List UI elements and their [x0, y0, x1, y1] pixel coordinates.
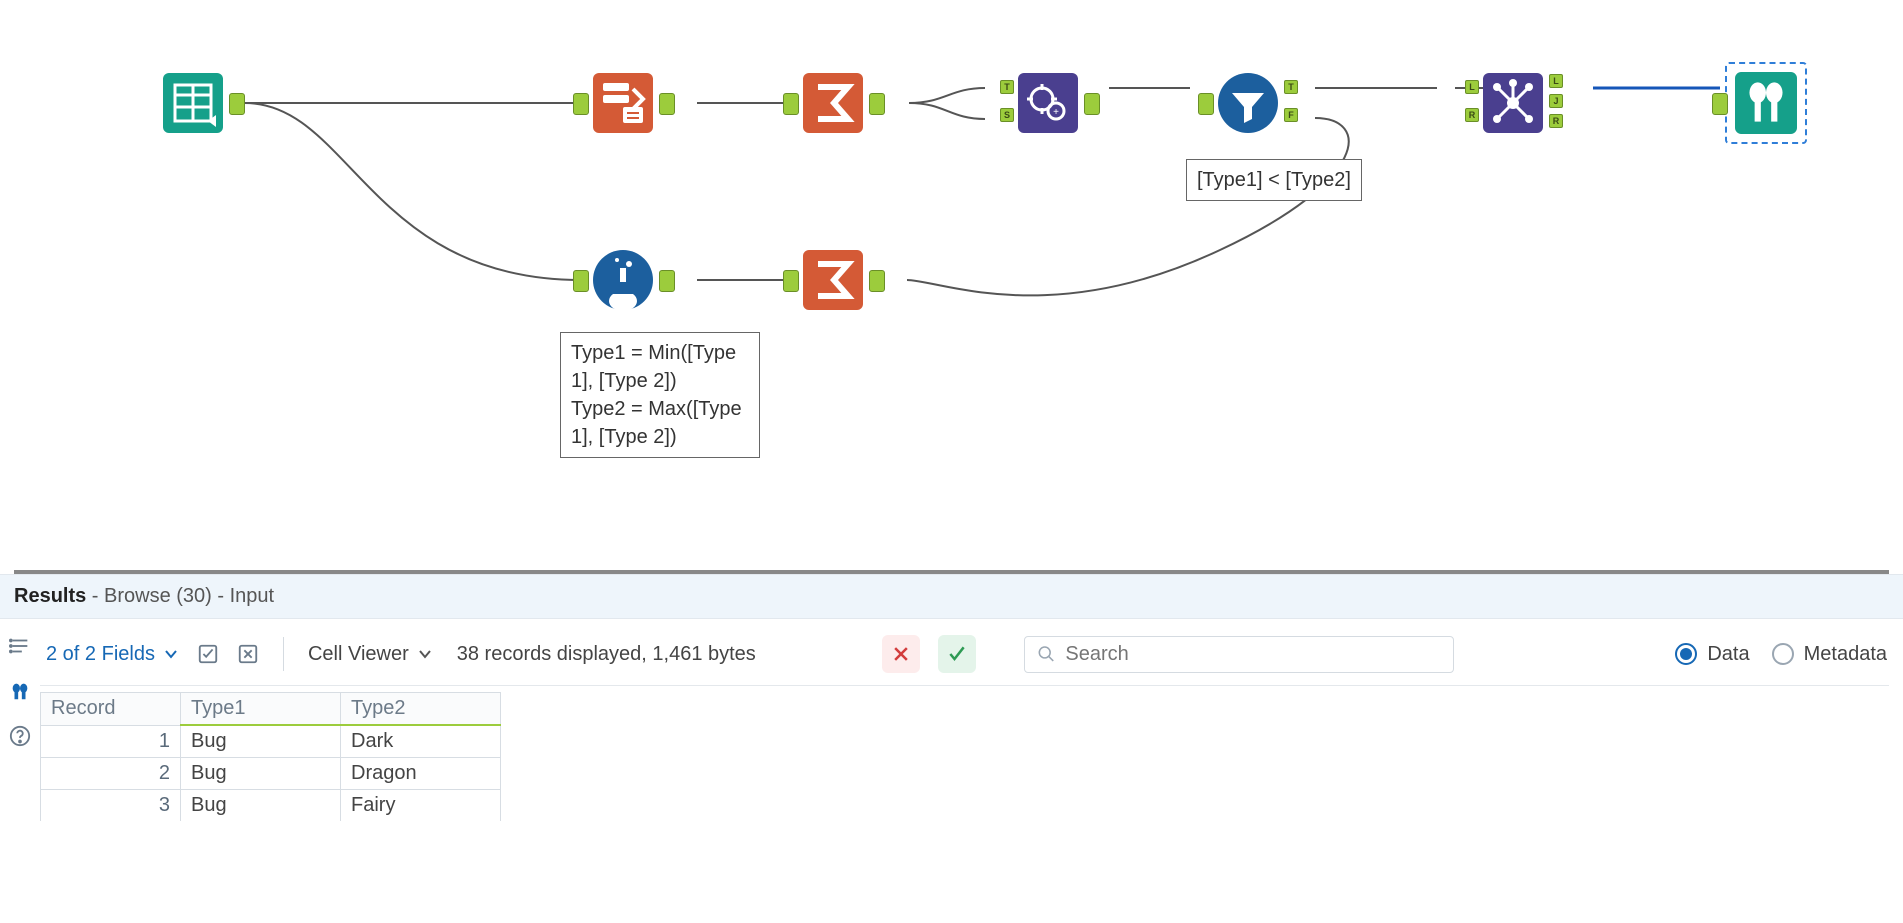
anchor-out-left[interactable]: L: [1549, 74, 1563, 88]
results-title: Results: [14, 585, 86, 607]
header-row: Record Type1 Type2: [41, 693, 501, 726]
browse-icon[interactable]: [9, 680, 31, 707]
formula-annotation: Type1 = Min([Type 1], [Type 2]) Type2 = …: [560, 332, 760, 458]
summarize-tool[interactable]: [800, 70, 866, 136]
anchor-in[interactable]: [1198, 93, 1214, 115]
anchor-true[interactable]: T: [1284, 80, 1298, 94]
radio-data[interactable]: Data: [1675, 643, 1749, 666]
results-grid[interactable]: Record Type1 Type2 1 Bug Dark 2 Bug Drag…: [40, 692, 501, 821]
select-tool[interactable]: [590, 70, 656, 136]
append-fields-tool[interactable]: +: [1015, 70, 1081, 136]
messages-icon[interactable]: [9, 635, 31, 662]
anchor-out[interactable]: [659, 93, 675, 115]
filter-tool[interactable]: [1215, 70, 1281, 136]
results-header: Results - Browse (30) - Input: [0, 574, 1903, 619]
fields-dropdown[interactable]: 2 of 2 Fields: [46, 643, 179, 666]
connections-layer: [0, 0, 1903, 570]
anchor-out[interactable]: [869, 270, 885, 292]
radio-metadata[interactable]: Metadata: [1772, 643, 1887, 666]
anchor-in[interactable]: [783, 93, 799, 115]
table-row[interactable]: 2 Bug Dragon: [41, 758, 501, 790]
col-type1[interactable]: Type1: [181, 693, 341, 726]
deselect-all-icon[interactable]: [237, 643, 259, 665]
table-row[interactable]: 1 Bug Dark: [41, 725, 501, 758]
anchor-out[interactable]: [659, 270, 675, 292]
workflow-canvas[interactable]: + T S T F [Type1] < [Type2] L R L J R Ty…: [0, 0, 1903, 570]
anchor-out[interactable]: [869, 93, 885, 115]
join-tool[interactable]: [1480, 70, 1546, 136]
anchor-out-join[interactable]: J: [1549, 94, 1563, 108]
record-status: 38 records displayed, 1,461 bytes: [457, 643, 756, 666]
search-input[interactable]: [1065, 643, 1440, 666]
chevron-down-icon: [163, 646, 179, 662]
table-row[interactable]: 3 Bug Fairy: [41, 790, 501, 822]
anchor-out[interactable]: [1084, 93, 1100, 115]
anchor-left[interactable]: L: [1465, 80, 1479, 94]
col-type2[interactable]: Type2: [341, 693, 501, 726]
cell-viewer-dropdown[interactable]: Cell Viewer: [308, 643, 433, 666]
view-mode-radios: Data Metadata: [1675, 643, 1887, 666]
anchor-source[interactable]: S: [1000, 108, 1014, 122]
search-box[interactable]: [1024, 636, 1454, 673]
filter-annotation: [Type1] < [Type2]: [1186, 159, 1362, 201]
clear-filter-button[interactable]: [882, 635, 920, 673]
anchor-in[interactable]: [783, 270, 799, 292]
input-data-tool[interactable]: [160, 70, 226, 136]
anchor-in[interactable]: [1712, 93, 1728, 115]
summarize-tool-2[interactable]: [800, 247, 866, 313]
browse-tool[interactable]: [1725, 62, 1807, 144]
results-toolbar: 2 of 2 Fields Cell Viewer 38 records dis…: [40, 627, 1889, 686]
formula-tool[interactable]: [590, 247, 656, 313]
apply-filter-button[interactable]: [938, 635, 976, 673]
anchor-in[interactable]: [573, 270, 589, 292]
col-record[interactable]: Record: [41, 693, 181, 726]
svg-text:+: +: [1053, 107, 1059, 118]
results-subtitle: - Browse (30) - Input: [86, 585, 274, 607]
separator: [283, 637, 284, 671]
select-all-icon[interactable]: [197, 643, 219, 665]
anchor-target[interactable]: T: [1000, 80, 1014, 94]
search-icon: [1037, 644, 1056, 664]
help-icon[interactable]: [9, 725, 31, 752]
anchor-right[interactable]: R: [1465, 108, 1479, 122]
chevron-down-icon: [417, 646, 433, 662]
results-side-rail: [0, 619, 40, 821]
anchor-in[interactable]: [573, 93, 589, 115]
anchor-out-right[interactable]: R: [1549, 114, 1563, 128]
anchor-false[interactable]: F: [1284, 108, 1298, 122]
anchor-out[interactable]: [229, 93, 245, 115]
